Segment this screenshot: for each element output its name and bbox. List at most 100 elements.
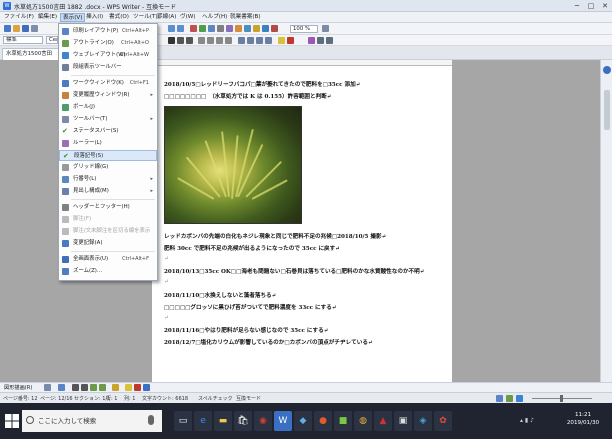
store-icon[interactable]: 🛍 xyxy=(234,411,252,431)
align-right-icon[interactable] xyxy=(216,37,223,44)
status-char-count[interactable]: 文字カウント: 6618 xyxy=(142,395,188,402)
app-icon-pink[interactable]: ✿ xyxy=(434,411,452,431)
view-outline-icon[interactable] xyxy=(506,395,513,402)
app-icon-gray[interactable]: ▣ xyxy=(394,411,412,431)
microphone-icon[interactable] xyxy=(148,415,154,425)
chrome-icon[interactable]: ◉ xyxy=(254,411,272,431)
view-menu-item[interactable]: 変更履歴ウィンドウ(R) ▸ xyxy=(59,90,157,101)
view-menu-item[interactable]: ウェブレイアウト(W) Ctrl+Alt+W xyxy=(59,50,157,61)
select-pointer-icon[interactable] xyxy=(44,384,51,391)
open-folder-icon[interactable] xyxy=(13,25,20,32)
app-icon-red[interactable]: ▲ xyxy=(374,411,392,431)
app-icon-orange[interactable]: ● xyxy=(314,411,332,431)
font-grow-icon[interactable] xyxy=(317,37,324,44)
view-web-icon[interactable] xyxy=(516,395,523,402)
firefox-icon[interactable]: ◍ xyxy=(354,411,372,431)
taskbar-clock[interactable]: 11:21 2019/01/30 xyxy=(560,411,606,427)
underline-icon[interactable] xyxy=(186,37,193,44)
highlight-icon[interactable] xyxy=(278,37,285,44)
menu-view[interactable]: 表示(V) xyxy=(60,13,86,22)
draw-font-color-icon[interactable] xyxy=(143,384,150,391)
zoom-slider-thumb[interactable] xyxy=(560,395,563,402)
vertical-scrollbar[interactable] xyxy=(600,60,612,382)
align-left-icon[interactable] xyxy=(198,37,205,44)
app-icon-green[interactable]: ■ xyxy=(334,411,352,431)
app-icon-cyan[interactable]: ◈ xyxy=(414,411,432,431)
windows-start-icon[interactable] xyxy=(4,413,20,429)
maximize-button[interactable]: □ xyxy=(584,0,598,12)
align-center-icon[interactable] xyxy=(207,37,214,44)
system-tray[interactable]: ▴ ▮ ♪ xyxy=(520,417,554,425)
view-menu-item[interactable]: ヘッダーとフッター(H) xyxy=(59,202,157,213)
close-button[interactable]: ✕ xyxy=(598,0,612,12)
view-menu-item[interactable]: 段組表示ツールバー xyxy=(59,62,157,73)
format-painter-icon[interactable] xyxy=(190,25,197,32)
columns-icon[interactable] xyxy=(226,25,233,32)
reading-mode-icon[interactable] xyxy=(271,25,278,32)
menu-table[interactable]: 罫線(A) xyxy=(155,13,178,22)
location-icon[interactable] xyxy=(603,66,611,74)
scrollbar-thumb[interactable] xyxy=(604,90,610,130)
decrease-indent-icon[interactable] xyxy=(256,37,263,44)
minimize-button[interactable]: ─ xyxy=(570,0,584,12)
doc-line[interactable]: 2018/11/16□やはり肥料が足らない感じなので 35cc にする↵ xyxy=(164,326,328,334)
ellipse-icon[interactable] xyxy=(99,384,106,391)
wps-app-icon[interactable]: W xyxy=(3,2,11,10)
menu-extra[interactable]: 就業書案(B) xyxy=(228,13,263,22)
doc-line[interactable]: ↵ xyxy=(164,279,169,285)
app-icon-blue[interactable]: ◆ xyxy=(294,411,312,431)
view-menu-item[interactable]: 全画面表示(U) Ctrl+Alt+F xyxy=(59,254,157,265)
bullets-icon[interactable] xyxy=(247,37,254,44)
numbering-icon[interactable] xyxy=(238,37,245,44)
document-page[interactable]: 2018/10/5□レッドリーフバコパ□葉が萎れてきたので肥料を□35cc 添加… xyxy=(152,66,452,382)
table-icon[interactable] xyxy=(199,25,206,32)
view-menu-item[interactable]: 行番号(L) ▸ xyxy=(59,174,157,185)
taskbar-search-input[interactable]: ここに入力して検索 xyxy=(22,410,162,432)
file-explorer-icon[interactable]: ▬ xyxy=(214,411,232,431)
draw-menu-button[interactable]: 図形描画(R) xyxy=(4,384,32,391)
doc-line[interactable]: 肥料 30cc で肥料不足の兆候が出るようになったので 35cc に戻す↵ xyxy=(164,244,340,252)
print-icon[interactable] xyxy=(31,25,38,32)
view-menu-item[interactable]: アウトライン(O) Ctrl+Alt+O xyxy=(59,38,157,49)
textbox-icon[interactable] xyxy=(112,384,119,391)
zoom-combo[interactable]: 100 % xyxy=(290,25,318,33)
doc-line[interactable]: □□□□□□□□ （水草処方では K は 0.155）許容範囲と判断↵ xyxy=(164,92,331,100)
network-icon[interactable]: ▴ ▮ ♪ xyxy=(520,417,534,424)
fill-color-icon[interactable] xyxy=(125,384,132,391)
increase-indent-icon[interactable] xyxy=(265,37,272,44)
justify-icon[interactable] xyxy=(225,37,232,44)
font-color-icon[interactable] xyxy=(287,37,294,44)
edge-browser-icon[interactable]: e xyxy=(194,411,212,431)
view-menu-item[interactable]: 印刷レイアウト(P) Ctrl+Alt+P xyxy=(59,26,157,37)
image-icon[interactable] xyxy=(208,25,215,32)
view-menu-item[interactable]: ツールバー(T) ▸ xyxy=(59,114,157,125)
style-combo[interactable]: 標準 xyxy=(3,36,43,44)
text-effect-icon[interactable] xyxy=(308,37,315,44)
view-menu-item[interactable]: ✔ ステータスバー(S) xyxy=(59,126,157,137)
doc-line[interactable]: レッドカボンバの先端の白化もネジレ現象と同じで肥料不足の兆候□2018/10/5… xyxy=(164,232,386,240)
doc-line[interactable]: □□□□□グロッソに黒ひげ苔がついてで肥料濃度を 33cc にする↵ xyxy=(164,303,337,311)
view-menu-item[interactable]: ズーム(Z)... xyxy=(59,266,157,277)
doc-line[interactable]: 2018/10/13□35cc OK□□海老も問題ない□石巻貝は落ちている□肥料… xyxy=(164,267,424,275)
aquarium-plant-photo[interactable] xyxy=(164,106,302,224)
undo-icon[interactable] xyxy=(168,25,175,32)
doc-line[interactable]: 2018/11/10□水換えしないと藻者落ちる↵ xyxy=(164,291,276,299)
wps-taskbar-icon[interactable]: W xyxy=(274,411,292,431)
drawing-icon[interactable] xyxy=(235,25,242,32)
new-doc-icon[interactable] xyxy=(4,25,11,32)
doc-line[interactable]: ↵ xyxy=(164,315,169,321)
view-menu-item[interactable]: グリッド線(G) xyxy=(59,162,157,173)
view-menu-item[interactable]: ✔ 段落記号(S) xyxy=(59,150,157,161)
task-view-icon[interactable]: ▭ xyxy=(174,411,192,431)
doc-line[interactable]: 2018/12/7□塩化カリウムが影響しているのか□カボンバの頂点がチヂレている… xyxy=(164,338,373,346)
redo-icon[interactable] xyxy=(177,25,184,32)
hyperlink-icon[interactable] xyxy=(262,25,269,32)
view-menu-item[interactable]: ボール(J) xyxy=(59,102,157,113)
rectangle-icon[interactable] xyxy=(90,384,97,391)
menu-window[interactable]: ヴ(W) xyxy=(178,13,198,22)
arrow-icon[interactable] xyxy=(81,384,88,391)
doc-line[interactable]: 2018/10/5□レッドリーフバコパ□葉が萎れてきたので肥料を□35cc 添加… xyxy=(164,80,360,88)
help-icon[interactable] xyxy=(322,25,329,32)
view-menu-item[interactable]: 変更記録(A) xyxy=(59,238,157,249)
view-menu-item[interactable]: ルーラー(L) xyxy=(59,138,157,149)
